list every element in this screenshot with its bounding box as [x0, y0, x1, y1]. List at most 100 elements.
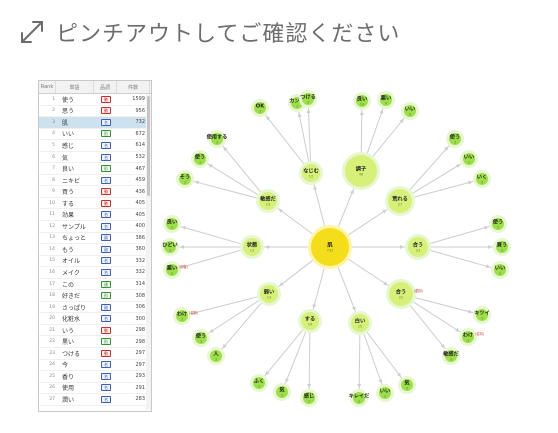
leaf-node[interactable]: 人3 — [207, 347, 225, 365]
leaf-node[interactable]: いい3 — [460, 150, 478, 168]
leaf-node[interactable]: 感じ3 — [300, 389, 318, 407]
leaf-node[interactable]: 使用する3 — [206, 130, 228, 148]
table-row[interactable]: 6 気 名 532 — [39, 152, 151, 164]
node-count: 3 — [200, 340, 202, 344]
table-row[interactable]: 15 オイル 名 332 — [39, 256, 151, 268]
table-row[interactable]: 26 使用 名 291 — [39, 383, 151, 395]
table-row[interactable]: 7 良い 形 467 — [39, 163, 151, 175]
leaf-node[interactable]: いい3 — [491, 261, 509, 279]
table-row[interactable]: 17 この 連 314 — [39, 279, 151, 291]
leaf-node[interactable]: わけ3 (名詞) — [459, 328, 484, 346]
pos-badge: 名 — [101, 257, 111, 265]
table-row[interactable]: 27 潤い 名 283 — [39, 394, 151, 406]
hub-node[interactable]: 白い15 — [348, 311, 372, 335]
hub-node[interactable]: 荒れる27 — [385, 186, 415, 216]
table-row[interactable]: 20 化粧水 名 300 — [39, 313, 151, 325]
leaf-node[interactable]: つける3 — [299, 90, 317, 108]
table-row[interactable]: 11 効果 名 405 — [39, 209, 151, 222]
node-count: 3 — [406, 387, 408, 391]
table-row[interactable]: 23 つける 動 297 — [39, 348, 151, 360]
hub-node[interactable]: する14 — [298, 309, 322, 333]
leaf-node[interactable]: キレイだ3 — [349, 389, 371, 407]
leaf-node[interactable]: 良い14 — [353, 92, 371, 110]
row-count: 297 — [135, 361, 145, 368]
co-occurrence-network[interactable]: 肌 732 なじむ 12 調子 46 荒れる 27 合う 23 合う 22 (動詞) 白い 15 する 14 弱い… — [160, 80, 525, 415]
node-count: 22 — [399, 296, 404, 300]
leaf-node[interactable]: 使う3 — [446, 130, 464, 148]
pos-badge: 形 — [101, 338, 111, 346]
leaf-node[interactable]: OK3 — [251, 99, 269, 117]
leaf-node[interactable]: いい3 — [376, 384, 394, 402]
table-row[interactable]: 22 黒い 形 298 — [39, 336, 151, 349]
leaf-node[interactable]: ひどい3 — [161, 238, 179, 256]
hub-node[interactable]: 調子46 — [342, 152, 380, 190]
row-count: 300 — [135, 315, 145, 322]
pos-badge: 名 — [101, 384, 111, 392]
row-count: 459 — [135, 177, 145, 184]
leaf-node[interactable]: 悪い3 (形容) — [163, 261, 188, 279]
row-rank: 15 — [49, 258, 55, 264]
table-row[interactable]: 16 メイク 名 332 — [39, 267, 151, 279]
row-word: いう — [62, 327, 75, 335]
edge-center-hub — [277, 207, 313, 235]
leaf-node[interactable]: いく3 — [473, 170, 491, 188]
page-header: ピンチアウトしてご確認ください — [18, 14, 400, 50]
table-row[interactable]: 21 いう 動 298 — [39, 325, 151, 337]
row-rank: 22 — [49, 339, 55, 345]
hub-node[interactable]: 敏感だ13 — [256, 189, 280, 213]
edge-arrowhead — [180, 245, 184, 249]
table-row[interactable]: 5 感じ 名 614 — [39, 140, 151, 152]
node-label: 弱い — [264, 288, 274, 296]
edge-hub-leaf — [208, 300, 260, 334]
table-row[interactable]: 19 さっぱり 副 306 — [39, 302, 151, 314]
row-word: 香り — [62, 373, 75, 381]
table-row[interactable]: 14 もう 副 360 — [39, 244, 151, 256]
table-row[interactable]: 8 ニキビ 名 459 — [39, 175, 151, 187]
hub-node[interactable]: なじむ12 — [299, 161, 323, 185]
hub-node[interactable]: 合う23 — [405, 234, 431, 260]
table-row[interactable]: 4 いい 形 672 — [39, 129, 151, 141]
col-word-header[interactable]: 単語 — [56, 81, 94, 93]
leaf-node[interactable]: 使う5 — [489, 215, 507, 233]
row-pos: 形 — [95, 338, 117, 346]
table-row[interactable]: 2 思う 動 956 — [39, 106, 151, 118]
leaf-node[interactable]: 使う3 — [192, 329, 210, 347]
row-pos: 名 — [95, 222, 117, 230]
table-row[interactable]: 3 肌 名 732 — [39, 117, 151, 129]
table-row[interactable]: 1 使う 動 1599 — [39, 94, 151, 106]
center-node[interactable]: 肌732 — [308, 225, 352, 269]
leaf-node[interactable]: 気3 — [273, 383, 291, 401]
table-row[interactable]: 24 今 名 297 — [39, 360, 151, 372]
word-ranking-table[interactable]: Rank 単語 品詞 件数 1 使う動 1599 2 思う動 956 3 肌名 732 4 いい形 6… — [38, 80, 152, 412]
table-row[interactable]: 12 サンプル 名 400 — [39, 221, 151, 233]
leaf-node[interactable]: 良い3 — [163, 215, 181, 233]
table-row[interactable]: 13 ちょっと 副 386 — [39, 233, 151, 245]
table-scrollbar[interactable] — [146, 94, 151, 410]
hub-node[interactable]: 状態13 — [240, 235, 264, 259]
scrollbar-thumb[interactable] — [147, 96, 150, 196]
row-count: 436 — [135, 188, 145, 195]
col-pos-header[interactable]: 品詞 — [94, 81, 117, 93]
leaf-node[interactable]: 気3 — [398, 376, 416, 394]
edge-hub-leaf — [298, 111, 310, 162]
table-row[interactable]: 10 する 動 405 — [39, 198, 151, 210]
table-row[interactable]: 9 買う 動 436 — [39, 186, 151, 198]
leaf-node[interactable]: ふく3 — [250, 374, 268, 392]
leaf-node[interactable]: 使う3 — [191, 150, 209, 168]
pos-badge: 名 — [101, 372, 111, 380]
leaf-node[interactable]: 敏感だ3 — [442, 347, 460, 365]
leaf-node[interactable]: キツイ3 — [473, 306, 491, 324]
table-row[interactable]: 18 好きだ 形 308 — [39, 290, 151, 302]
leaf-node[interactable]: 悪い4 — [377, 91, 395, 109]
col-count-header[interactable]: 件数 — [117, 81, 150, 93]
leaf-node[interactable]: そう3 — [176, 170, 194, 188]
leaf-node[interactable]: いい8 — [401, 102, 419, 120]
col-rank-header[interactable]: Rank — [39, 81, 56, 93]
hub-node[interactable]: 弱い13 — [257, 282, 281, 306]
pos-badge: 動 — [101, 107, 111, 115]
row-rank: 2 — [52, 108, 55, 114]
table-row[interactable]: 25 香り 名 293 — [39, 371, 151, 383]
leaf-node[interactable]: わけ3 (名詞) — [173, 307, 198, 325]
node-label: キレイだ — [349, 393, 371, 400]
leaf-node[interactable]: 買う3 — [493, 238, 511, 256]
